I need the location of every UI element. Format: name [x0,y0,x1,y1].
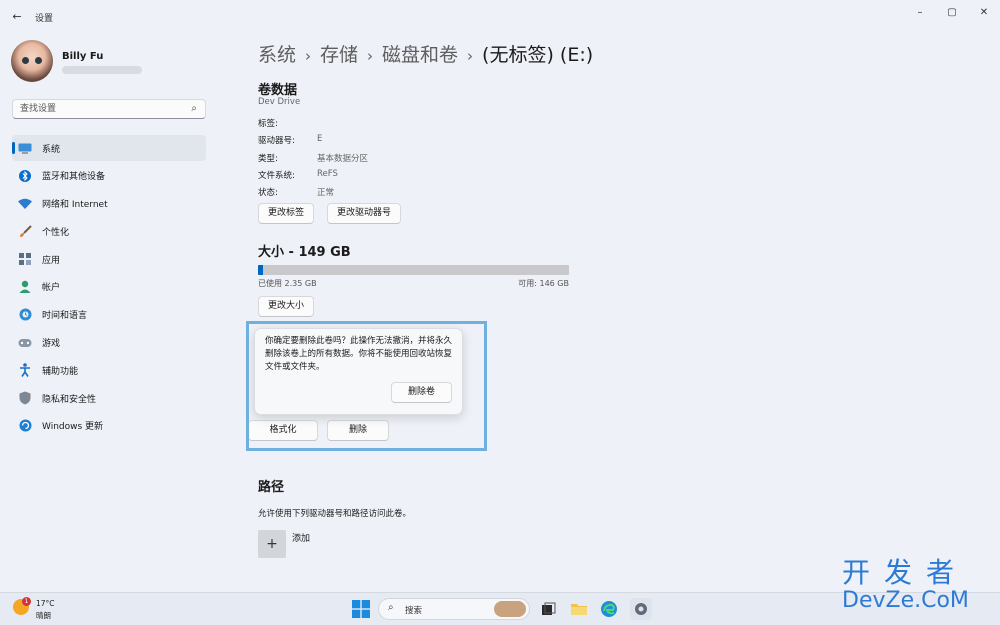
settings-search-box[interactable]: ⌕ [12,99,206,119]
task-view-icon[interactable] [539,600,557,618]
brush-icon [18,224,32,238]
sidebar-item-accounts[interactable]: 帐户 [12,274,206,300]
sidebar-item-label: 应用 [42,255,61,266]
sidebar-item-label: 辅助功能 [42,366,79,377]
sidebar-item-personalization[interactable]: 个性化 [12,218,206,244]
breadcrumb-separator: › [467,47,474,65]
sidebar-item-label: 时间和语言 [42,311,88,322]
breadcrumb-separator: › [305,47,312,65]
settings-icon[interactable] [630,598,652,620]
used-space-text: 已使用 2.35 GB [258,279,317,288]
sidebar-item-windows-update[interactable]: Windows 更新 [12,413,206,439]
sidebar-item-label: 网络和 Internet [42,200,108,211]
account-icon [18,280,32,294]
system-icon [18,141,32,155]
sidebar-item-label: 系统 [42,144,61,155]
back-button[interactable]: ← [9,10,25,24]
update-icon [18,419,32,433]
sidebar-item-privacy[interactable]: 隐私和安全性 [12,385,206,411]
weather-badge: 1 [22,597,31,606]
taskbar-search-label: 搜索 [405,606,423,616]
resize-button[interactable]: 更改大小 [258,296,315,317]
user-email-blurred [62,66,142,74]
label-field-label: 标签: [258,119,278,129]
shield-icon [18,391,32,405]
wifi-icon [18,197,32,211]
search-highlight-image [494,601,526,617]
sidebar-item-time-language[interactable]: 时间和语言 [12,302,206,328]
watermark-text-en: DevZe.CoM [842,588,969,613]
sidebar-item-gaming[interactable]: 游戏 [12,330,206,356]
type-label: 类型: [258,154,278,164]
avatar[interactable] [11,40,53,82]
volume-subtitle: Dev Drive [258,97,301,107]
change-label-button[interactable]: 更改标签 [258,203,315,224]
sidebar-item-label: 蓝牙和其他设备 [42,172,106,183]
start-icon[interactable] [352,600,370,618]
taskbar-search-box[interactable]: ⌕ 搜索 [378,598,530,620]
sidebar-nav: 系统 蓝牙和其他设备 网络和 Internet 个性化 应用 帐户 时间和语言 … [12,135,206,441]
storage-usage-fill [258,265,263,275]
sidebar-item-label: 个性化 [42,227,70,238]
avatar-eye-left [22,57,29,64]
drive-letter-value: E [317,134,323,144]
path-heading: 路径 [258,480,285,495]
breadcrumb-item-system[interactable]: 系统 [258,44,296,66]
watermark-logo: 开发者 DevZe.CoM [842,557,992,617]
maximize-button[interactable]: ▢ [942,6,962,20]
app-title: 设置 [35,14,54,24]
path-description: 允许使用下列驱动器号和路径访问此卷。 [258,509,412,519]
search-icon: ⌕ [388,602,394,613]
weather-temperature[interactable]: 17°C [36,599,55,608]
sidebar-item-system[interactable]: 系统 [12,135,206,161]
highlight-frame [246,321,487,451]
breadcrumb-item-storage[interactable]: 存储 [320,44,358,66]
sidebar-item-network[interactable]: 网络和 Internet [12,191,206,217]
filesystem-value: ReFS [317,169,338,179]
status-value: 正常 [317,188,335,198]
search-icon[interactable]: ⌕ [191,103,197,114]
storage-usage-bar [258,265,569,275]
filesystem-label: 文件系统: [258,171,295,181]
clock-globe-icon [18,308,32,322]
bluetooth-icon [18,169,32,183]
status-label: 状态: [258,188,278,198]
breadcrumb-item-disks-volumes[interactable]: 磁盘和卷 [382,44,458,66]
page-title: (无标签) (E:) [482,44,594,66]
gamepad-icon [18,336,32,350]
minimize-button[interactable]: – [910,6,930,20]
user-name: Billy Fu [62,51,104,62]
breadcrumb-separator: › [367,47,374,65]
apps-icon [18,252,32,266]
sidebar-item-accessibility[interactable]: 辅助功能 [12,357,206,383]
sidebar-item-bluetooth[interactable]: 蓝牙和其他设备 [12,163,206,189]
accessibility-icon [18,363,32,378]
file-explorer-icon[interactable] [570,600,588,618]
sidebar-item-apps[interactable]: 应用 [12,246,206,272]
sidebar-item-label: 游戏 [42,339,61,350]
avatar-eye-right [35,57,42,64]
search-input[interactable] [13,100,173,118]
weather-condition[interactable]: 晴朗 [36,610,51,621]
breadcrumb: 系统 › 存储 › 磁盘和卷 › (无标签) (E:) [258,40,593,67]
watermark-text-cn: 开发者 [842,556,969,589]
size-heading: 大小 - 149 GB [258,245,351,260]
free-space-text: 可用: 146 GB [518,279,569,288]
volume-data-heading: 卷数据 [258,83,298,98]
sidebar-item-label: Windows 更新 [42,422,104,433]
sidebar-item-label: 帐户 [42,283,61,294]
sidebar-item-label: 隐私和安全性 [42,394,97,405]
drive-letter-label: 驱动器号: [258,136,295,146]
add-path-button[interactable]: + [258,530,286,558]
add-path-label[interactable]: 添加 [292,531,310,544]
type-value: 基本数据分区 [317,154,369,164]
edge-icon[interactable] [600,600,618,618]
close-button[interactable]: ✕ [974,6,994,20]
title-bar: ← 设置 – ▢ ✕ [0,0,1000,34]
change-drive-letter-button[interactable]: 更改驱动器号 [327,203,402,224]
